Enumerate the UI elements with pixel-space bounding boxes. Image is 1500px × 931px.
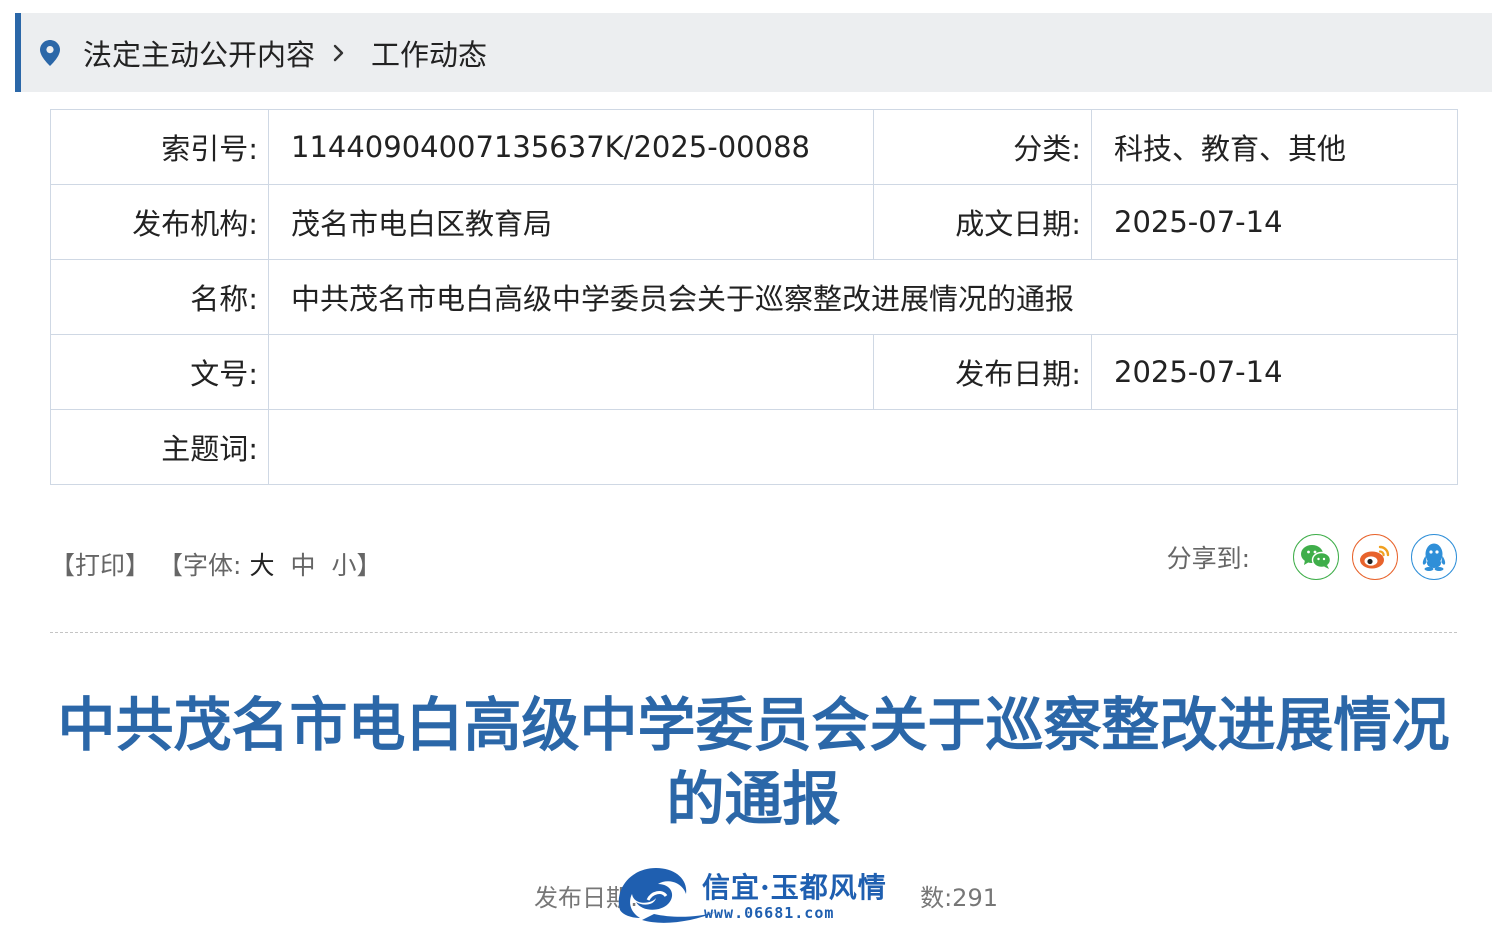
- index-label: 索引号:: [50, 109, 269, 185]
- doc-number-value: [268, 334, 874, 410]
- meta-view-count: 数:291: [920, 884, 998, 912]
- share-qq-button[interactable]: [1411, 534, 1457, 580]
- share-label: 分享到:: [1166, 544, 1250, 573]
- share-bar: 分享到:: [1167, 534, 1457, 580]
- font-size-large-button[interactable]: 大: [249, 546, 274, 582]
- divider: [50, 632, 1457, 633]
- article-tools: 【打印】 【字体: 大 中 小 】: [50, 546, 382, 582]
- category-value: 科技、教育、其他: [1091, 109, 1458, 185]
- table-row: 索引号: 11440904007135637K/2025-00088 分类: 科…: [50, 109, 1458, 185]
- table-row: 主题词:: [50, 409, 1458, 485]
- location-pin-icon: [39, 39, 61, 66]
- watermark-url: www.06681.com: [704, 904, 835, 922]
- publisher-label: 发布机构:: [50, 184, 269, 260]
- share-wechat-button[interactable]: [1293, 534, 1339, 580]
- weibo-icon: [1360, 545, 1390, 569]
- watermark-text: 信宜·玉都风情: [702, 871, 887, 904]
- publisher-value: 茂名市电白区教育局: [268, 184, 874, 260]
- breadcrumb-item-work-news[interactable]: 工作动态: [371, 32, 487, 74]
- font-size-medium-button[interactable]: 中: [290, 546, 315, 582]
- category-label: 分类:: [873, 109, 1092, 185]
- font-size-bracket: 】: [356, 551, 382, 580]
- article-title: 中共茂名市电白高级中学委员会关于巡察整改进展情况的通报: [57, 691, 1450, 833]
- breadcrumb-item-public-content[interactable]: 法定主动公开内容: [83, 32, 315, 74]
- font-size-label: 【字体:: [158, 551, 242, 580]
- article-toolbar: 【打印】 【字体: 大 中 小 】 分享到:: [50, 534, 1457, 590]
- table-row: 发布机构: 茂名市电白区教育局 成文日期: 2025-07-14: [50, 184, 1458, 260]
- chevron-right-icon: [333, 44, 347, 62]
- publish-date-label: 发布日期:: [873, 334, 1092, 410]
- table-row: 名称: 中共茂名市电白高级中学委员会关于巡察整改进展情况的通报: [50, 259, 1458, 335]
- qq-icon: [1422, 543, 1446, 571]
- print-button[interactable]: 【打印】: [50, 546, 150, 582]
- wechat-icon: [1301, 545, 1332, 569]
- font-size-small-button[interactable]: 小: [331, 546, 356, 582]
- document-info-table: 索引号: 11440904007135637K/2025-00088 分类: 科…: [50, 109, 1458, 485]
- written-date-label: 成文日期:: [873, 184, 1092, 260]
- name-value: 中共茂名市电白高级中学委员会关于巡察整改进展情况的通报: [268, 259, 1458, 335]
- keywords-label: 主题词:: [50, 409, 269, 485]
- name-label: 名称:: [50, 259, 269, 335]
- publish-date-value: 2025-07-14: [1091, 334, 1458, 410]
- site-watermark: 信宜·玉都风情 www.06681.com: [612, 860, 892, 926]
- index-value: 11440904007135637K/2025-00088: [268, 109, 874, 185]
- share-weibo-button[interactable]: [1352, 534, 1398, 580]
- doc-number-label: 文号:: [50, 334, 269, 410]
- table-row: 文号: 发布日期: 2025-07-14: [50, 334, 1458, 410]
- written-date-value: 2025-07-14: [1091, 184, 1458, 260]
- keywords-value: [268, 409, 1458, 485]
- breadcrumb: 法定主动公开内容 工作动态: [15, 13, 1492, 92]
